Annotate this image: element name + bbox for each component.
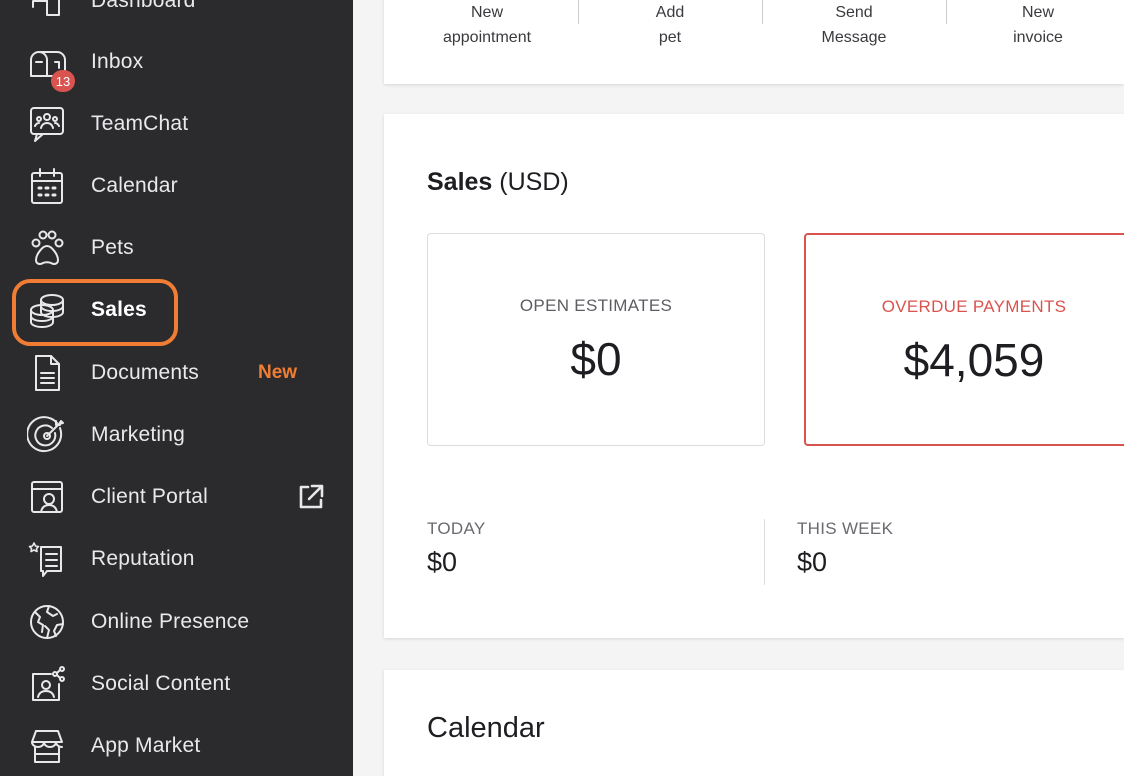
external-link-icon[interactable] — [296, 482, 326, 512]
sidebar-item-label: Client Portal — [91, 485, 208, 508]
new-appointment-button[interactable]: New appointment — [395, 0, 579, 50]
this-week-label: THIS WEEK — [797, 519, 894, 538]
new-invoice-button[interactable]: New invoice — [946, 0, 1124, 50]
sidebar-item-label: Social Content — [91, 672, 231, 695]
sidebar-item-label: TeamChat — [91, 112, 189, 135]
calendar-card: Calendar — [384, 670, 1124, 776]
this-week-stat: THIS WEEK $0 — [797, 519, 893, 578]
selection-highlight — [12, 279, 178, 346]
sidebar-item-dashboard[interactable]: Dashboard — [0, 0, 353, 29]
sidebar-item-pets[interactable]: Pets — [0, 220, 353, 276]
client-portal-icon — [26, 476, 68, 518]
sidebar-item-reputation[interactable]: Reputation — [0, 531, 353, 587]
sidebar-item-label: Pets — [91, 236, 134, 259]
target-icon — [26, 414, 68, 456]
sidebar-item-label: Inbox — [91, 50, 144, 73]
sidebar-item-label: App Market — [91, 734, 201, 757]
calendar-title: Calendar — [427, 712, 545, 744]
quick-actions-card: New appointment Add pet Send Message New… — [384, 0, 1124, 84]
sidebar-item-documents[interactable]: Documents New — [0, 345, 353, 401]
sidebar-item-inbox[interactable]: 13 Inbox — [0, 34, 353, 92]
add-pet-button[interactable]: Add pet — [578, 0, 762, 50]
sidebar-item-label: Documents — [91, 361, 200, 384]
send-message-button[interactable]: Send Message — [762, 0, 946, 50]
overdue-payments-tile[interactable]: OVERDUE PAYMENTS $4,059 — [804, 233, 1124, 446]
sidebar-item-label: Online Presence — [91, 610, 250, 633]
open-estimates-tile[interactable]: OPEN ESTIMATES $0 — [427, 233, 765, 446]
sidebar-item-label: Dashboard — [91, 0, 196, 12]
sidebar-item-client-portal[interactable]: Client Portal — [0, 469, 353, 525]
sidebar-item-marketing[interactable]: Marketing — [0, 407, 353, 463]
today-value: $0 — [427, 547, 458, 577]
this-week-value: $0 — [797, 547, 828, 577]
divider — [764, 519, 765, 585]
sidebar-item-calendar[interactable]: Calendar — [0, 158, 353, 214]
sidebar-item-app-market[interactable]: App Market — [0, 718, 353, 774]
today-label: TODAY — [427, 519, 486, 538]
sidebar: Dashboard 13 Inbox TeamChat Calendar Pet… — [0, 0, 353, 776]
sidebar-item-label: Reputation — [91, 547, 195, 570]
new-badge: New — [258, 362, 298, 383]
sidebar-item-teamchat[interactable]: TeamChat — [0, 96, 353, 152]
sidebar-item-label: Marketing — [91, 423, 186, 446]
sales-card: Sales (USD) OPEN ESTIMATES $0 OVERDUE PA… — [384, 114, 1124, 638]
reputation-icon — [26, 538, 68, 580]
overdue-payments-value: $4,059 — [903, 334, 1045, 386]
paw-icon — [26, 227, 68, 269]
globe-icon — [26, 601, 68, 643]
open-estimates-label: OPEN ESTIMATES — [519, 296, 673, 315]
sales-title: Sales (USD) — [427, 168, 569, 196]
sidebar-item-label: Calendar — [91, 174, 178, 197]
teamchat-icon — [26, 103, 68, 145]
storefront-icon — [26, 725, 68, 767]
social-content-icon — [26, 663, 68, 705]
today-stat: TODAY $0 — [427, 519, 486, 578]
document-icon — [26, 352, 68, 394]
dashboard-icon — [26, 0, 68, 22]
open-estimates-value: $0 — [570, 333, 622, 385]
overdue-payments-label: OVERDUE PAYMENTS — [881, 297, 1067, 316]
sidebar-item-social-content[interactable]: Social Content — [0, 656, 353, 712]
sidebar-item-online-presence[interactable]: Online Presence — [0, 594, 353, 650]
calendar-icon — [26, 165, 68, 207]
inbox-count-badge: 13 — [51, 70, 75, 92]
